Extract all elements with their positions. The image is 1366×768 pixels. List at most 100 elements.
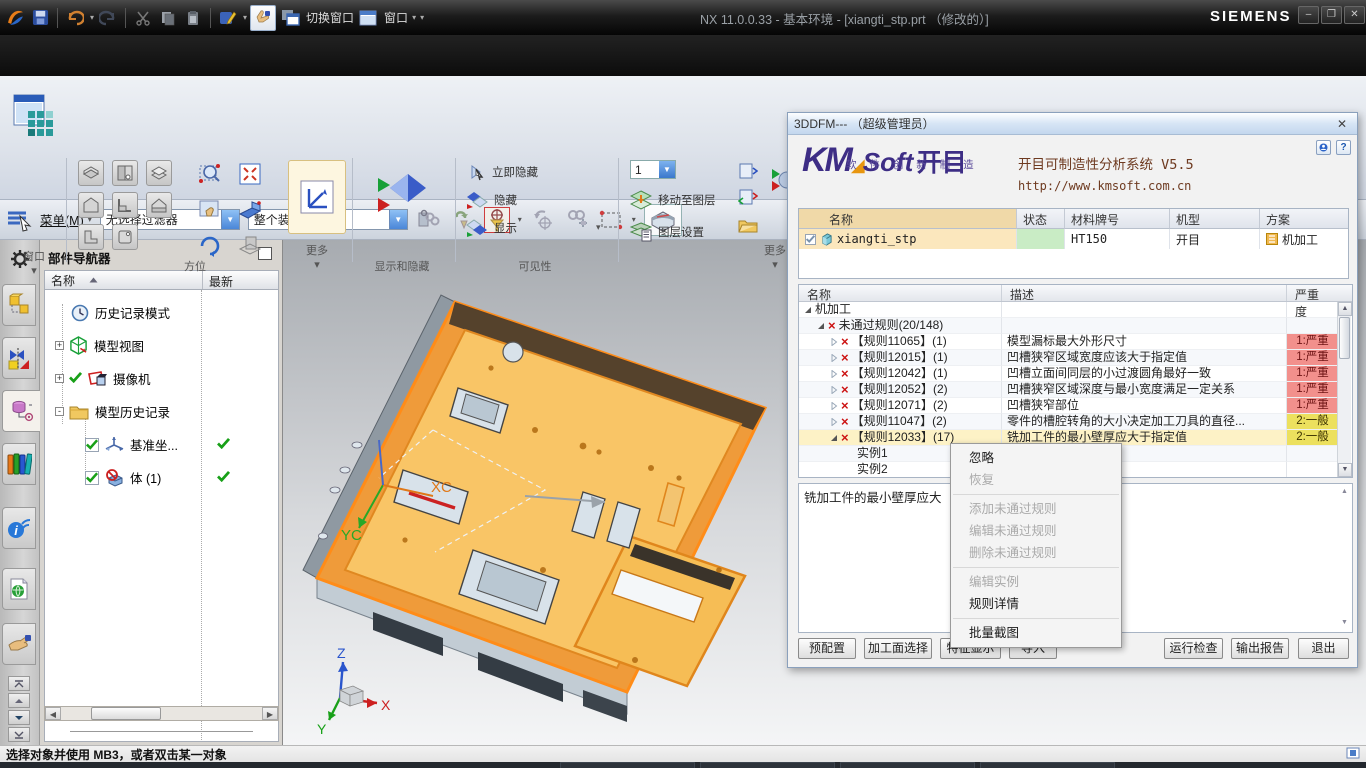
rule-severity-cell[interactable]: 1:严重 — [1287, 382, 1338, 398]
right-view-icon[interactable] — [146, 192, 172, 218]
expand-icon[interactable] — [830, 402, 838, 410]
expand-icon[interactable] — [830, 354, 838, 362]
expand-icon[interactable]: + — [55, 374, 64, 383]
restore-button[interactable]: ❐ — [1321, 6, 1342, 24]
trimetric-view-icon[interactable] — [78, 160, 104, 186]
rule-name-cell[interactable]: ×【规则12015】(1) — [799, 350, 1002, 366]
rule-row[interactable]: ×未通过规则(20/148) — [799, 318, 1338, 334]
snap-dropdown-icon[interactable]: ▾ — [518, 215, 522, 224]
assembly-navigator-tab[interactable] — [2, 284, 36, 326]
marquee-select-icon[interactable] — [598, 207, 624, 233]
part-navigator-hscrollbar[interactable]: ◀ ▶ — [44, 706, 279, 721]
history-palette-tab[interactable] — [2, 443, 36, 485]
palette-scroll-up-button[interactable] — [8, 693, 30, 708]
expand-icon[interactable] — [830, 338, 838, 346]
button-运行检查[interactable]: 运行检查 — [1164, 638, 1223, 659]
col-rule-name[interactable]: 名称 — [799, 285, 1002, 301]
rule-desc-cell[interactable] — [1002, 318, 1287, 334]
rule-severity-cell[interactable]: 1:严重 — [1287, 366, 1338, 382]
move-to-layer-item[interactable]: 移动至图层 — [630, 188, 716, 212]
rule-desc-cell[interactable]: 凹槽狭窄区域宽度应该大于指定值 — [1002, 350, 1287, 366]
qat-overflow-icon[interactable]: ▾ — [420, 13, 424, 22]
rule-name-cell[interactable]: 机加工 — [799, 302, 1002, 318]
rule-name-cell[interactable]: ×【规则11065】(1) — [799, 334, 1002, 350]
expand-icon[interactable]: + — [55, 341, 64, 350]
rule-severity-cell[interactable]: 2:一般 — [1287, 414, 1338, 430]
expand-icon[interactable] — [830, 370, 838, 378]
back-view-icon[interactable] — [112, 224, 138, 250]
menu-item-规则详情[interactable]: 规则详情 — [951, 593, 1121, 615]
rule-severity-cell[interactable]: 1:严重 — [1287, 334, 1338, 350]
internet-explorer-tab[interactable]: i — [2, 507, 36, 549]
expand-icon[interactable] — [830, 418, 838, 426]
col-part-name[interactable]: 名称 — [799, 209, 1017, 229]
window-menu-label[interactable]: 窗口 — [384, 9, 408, 26]
command-dropdown-icon[interactable]: ▾ — [243, 13, 247, 22]
close-button[interactable]: ✕ — [1344, 6, 1365, 24]
menu-item-批量截图[interactable]: 批量截图 — [951, 622, 1121, 644]
hide-item[interactable]: 隐藏 — [466, 188, 517, 212]
touch-palette-tab[interactable] — [2, 623, 36, 665]
copy-icon[interactable] — [157, 7, 179, 29]
scroll-thumb[interactable] — [91, 707, 161, 720]
dialog-help-icon[interactable]: ? — [1336, 140, 1351, 155]
menu-item-忽略[interactable]: 忽略 — [951, 447, 1121, 469]
front-view-icon[interactable] — [112, 160, 138, 186]
layer-category-icon[interactable] — [736, 186, 760, 208]
tree-item[interactable]: +摄像机 — [45, 362, 278, 395]
palette-scroll-down-button[interactable] — [8, 710, 30, 725]
isometric-view-icon[interactable] — [146, 160, 172, 186]
collapse-icon[interactable] — [804, 306, 812, 314]
visibility-overflow-icon[interactable]: ▾ — [596, 222, 601, 233]
tree-item[interactable]: 历史记录模式 — [45, 296, 278, 329]
work-layer-combo[interactable]: 1▼ — [630, 160, 676, 179]
rule-row[interactable]: 机加工 — [799, 302, 1338, 318]
zoom-window-icon[interactable] — [236, 160, 264, 188]
touch-mode-icon[interactable] — [250, 5, 276, 31]
tree-item[interactable]: +模型视图 — [45, 329, 278, 362]
undo-dropdown-icon[interactable]: ▾ — [90, 13, 94, 22]
desc-scroll-down-icon[interactable]: ▼ — [1339, 618, 1350, 629]
constraint-navigator-tab[interactable] — [2, 337, 36, 379]
show-hide-icon[interactable] — [366, 164, 438, 228]
rule-row[interactable]: ×【规则12015】(1)凹槽狭窄区域宽度应该大于指定值1:严重 — [799, 350, 1338, 366]
part-row[interactable]: xiangti_stp HT150 开目 机加工 — [799, 229, 1348, 249]
part-checkbox[interactable] — [805, 234, 816, 245]
col-rule-desc[interactable]: 描述 — [1002, 285, 1287, 301]
item-checkbox[interactable] — [85, 471, 99, 485]
orient-more-label[interactable]: 更多▾ — [288, 242, 346, 271]
bottom-view-icon[interactable] — [78, 224, 104, 250]
layer-settings-item[interactable]: 图层设置 — [630, 220, 704, 244]
rule-severity-cell[interactable] — [1287, 462, 1338, 477]
dialog-close-icon[interactable]: ✕ — [1333, 117, 1351, 131]
button-预配置[interactable]: 预配置 — [798, 638, 856, 659]
rules-scrollbar[interactable]: ▲ ▼ — [1337, 302, 1351, 477]
rule-desc-cell[interactable]: 零件的槽腔转角的大小决定加工刀具的直径... — [1002, 414, 1287, 430]
user-mode-icon[interactable] — [1316, 140, 1331, 155]
cut-icon[interactable] — [132, 7, 154, 29]
top-view-icon[interactable] — [78, 192, 104, 218]
tree-item[interactable]: -模型历史记录 — [45, 395, 278, 428]
window-menu-icon[interactable] — [357, 7, 379, 29]
expand-icon[interactable] — [830, 386, 838, 394]
rule-name-cell[interactable]: ×【规则12052】(2) — [799, 382, 1002, 398]
rule-name-cell[interactable]: ×未通过规则(20/148) — [799, 318, 1002, 334]
command-icon[interactable] — [217, 7, 239, 29]
rule-desc-cell[interactable]: 模型漏标最大外形尺寸 — [1002, 334, 1287, 350]
col-material[interactable]: 材料牌号 — [1065, 209, 1170, 229]
undo-icon[interactable] — [64, 7, 86, 29]
undo-point-icon[interactable] — [530, 207, 556, 233]
palette-scroll-top-button[interactable] — [8, 676, 30, 691]
rotate-view-icon[interactable] — [196, 232, 224, 260]
col-plan[interactable]: 方案 — [1260, 209, 1348, 229]
button-输出报告[interactable]: 输出报告 — [1231, 638, 1289, 659]
web-browser-tab[interactable] — [2, 568, 36, 610]
edit-section-icon[interactable] — [236, 232, 264, 260]
scroll-left-icon[interactable]: ◀ — [45, 707, 61, 720]
collapse-icon[interactable] — [830, 434, 838, 442]
rule-desc-cell[interactable]: 凹槽立面间同层的小过渡圆角最好一致 — [1002, 366, 1287, 382]
rule-row[interactable]: ×【规则11065】(1)模型漏标最大外形尺寸1:严重 — [799, 334, 1338, 350]
rule-severity-cell[interactable]: 1:严重 — [1287, 350, 1338, 366]
rule-row[interactable]: ×【规则11047】(2)零件的槽腔转角的大小决定加工刀具的直径...2:一般 — [799, 414, 1338, 430]
paste-icon[interactable] — [182, 7, 204, 29]
